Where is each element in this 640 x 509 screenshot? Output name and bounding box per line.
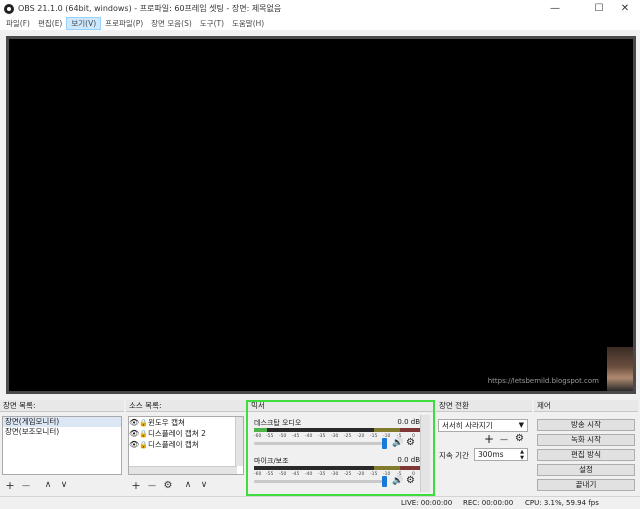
remove-transition-button[interactable]: — [500, 435, 508, 444]
menu-bar: 파일(F) 편집(E) 보기(V) 프로파일(P) 장면 모음(S) 도구(T)… [0, 17, 640, 30]
scene-item[interactable]: 장면(게임모니터) [3, 417, 121, 427]
preview-frame: https://letsbemild.blogspot.com [6, 36, 636, 394]
visibility-eye-icon[interactable]: 👁 [129, 440, 139, 449]
webcam-overlay [607, 347, 633, 391]
close-button[interactable]: ✕ [610, 0, 640, 17]
start-streaming-button[interactable]: 방송 시작 [537, 419, 635, 431]
scenes-list: 장면(게임모니터) 장면(보조모니터) [2, 416, 122, 475]
chevron-down-icon: ▼ [518, 421, 524, 429]
spin-arrows-icon[interactable]: ▲ ▼ [520, 449, 524, 461]
lock-icon[interactable]: 🔒 [139, 419, 148, 427]
studio-mode-button[interactable]: 편집 방식 [537, 449, 635, 461]
source-item[interactable]: 👁 🔒 디스플레이 캡쳐 [129, 439, 243, 450]
transition-select[interactable]: 서서히 사라지기 ▼ [438, 419, 528, 432]
menu-edit[interactable]: 편집(E) [34, 18, 66, 29]
preview-overlay-url: https://letsbemild.blogspot.com [487, 377, 599, 385]
add-scene-button[interactable]: + [4, 479, 16, 492]
lock-icon[interactable]: 🔒 [139, 441, 148, 449]
menu-tools[interactable]: 도구(T) [196, 18, 228, 29]
sources-list: 👁 🔒 윈도우 캡쳐 👁 🔒 디스플레이 캡쳐 2 👁 🔒 디스플레이 캡쳐 [128, 416, 244, 475]
scenes-title: 장면 목록: [0, 400, 124, 412]
visibility-eye-icon[interactable]: 👁 [129, 418, 139, 427]
lock-icon[interactable]: 🔒 [139, 430, 148, 438]
transitions-title: 장면 전환 [436, 400, 532, 412]
move-scene-up-button[interactable]: ∧ [42, 479, 54, 491]
sources-vertical-scrollbar[interactable] [235, 417, 243, 466]
sources-toolbar: + — ⚙ ∧ ∨ [126, 478, 210, 492]
exit-button[interactable]: 끝내기 [537, 479, 635, 491]
gear-icon[interactable]: ⚙ [162, 479, 174, 491]
move-scene-down-button[interactable]: ∨ [58, 479, 70, 491]
move-source-down-button[interactable]: ∨ [198, 479, 210, 491]
source-item[interactable]: 👁 🔒 디스플레이 캡쳐 2 [129, 428, 243, 439]
rec-status: REC: 00:00:00 [463, 499, 514, 507]
obs-logo-icon [4, 3, 14, 14]
source-label: 윈도우 캡쳐 [148, 418, 185, 427]
scene-item[interactable]: 장면(보조모니터) [3, 427, 121, 437]
source-label: 디스플레이 캡쳐 [148, 440, 199, 449]
remove-scene-button[interactable]: — [20, 479, 32, 491]
sources-horizontal-scrollbar[interactable] [129, 466, 237, 474]
sources-title: 소스 목록: [126, 400, 246, 412]
menu-profile[interactable]: 프로파일(P) [101, 18, 147, 29]
transition-select-value: 서서히 사라지기 [442, 421, 493, 430]
menu-view[interactable]: 보기(V) [66, 17, 102, 30]
source-label: 디스플레이 캡쳐 2 [148, 429, 206, 438]
scenes-toolbar: + — ∧ ∨ [0, 478, 70, 492]
duration-spinbox[interactable]: 300ms ▲ ▼ [474, 448, 528, 461]
visibility-eye-icon[interactable]: 👁 [129, 429, 139, 438]
start-recording-button[interactable]: 녹화 시작 [537, 434, 635, 446]
live-status: LIVE: 00:00:00 [401, 499, 453, 507]
settings-button[interactable]: 설정 [537, 464, 635, 476]
scenes-dock: 장면 목록: 장면(게임모니터) 장면(보조모니터) + — ∧ ∨ [0, 400, 124, 494]
add-transition-button[interactable]: + [484, 432, 494, 446]
gear-icon[interactable]: ⚙ [515, 433, 524, 444]
remove-source-button[interactable]: — [146, 479, 158, 491]
mixer-highlight-box [246, 400, 435, 496]
source-item[interactable]: 👁 🔒 윈도우 캡쳐 [129, 417, 243, 428]
status-bar: LIVE: 00:00:00 REC: 00:00:00 CPU: 3.1%, … [0, 496, 640, 509]
menu-file[interactable]: 파일(F) [2, 18, 34, 29]
move-source-up-button[interactable]: ∧ [182, 479, 194, 491]
duration-label: 지속 기간 [439, 451, 469, 460]
preview-canvas[interactable]: https://letsbemild.blogspot.com [9, 39, 633, 391]
minimize-button[interactable]: — [540, 0, 570, 17]
add-source-button[interactable]: + [130, 479, 142, 492]
transitions-dock: 장면 전환 [436, 400, 532, 494]
cpu-status: CPU: 3.1%, 59.94 fps [525, 499, 599, 507]
controls-title: 제어 [534, 400, 638, 412]
window-title: OBS 21.1.0 (64bit, windows) - 프로파일: 60프레… [18, 4, 282, 13]
menu-scene-collection[interactable]: 장면 모음(S) [147, 18, 196, 29]
duration-value: 300ms [478, 450, 504, 459]
sources-dock: 소스 목록: 👁 🔒 윈도우 캡쳐 👁 🔒 디스플레이 캡쳐 2 👁 🔒 디스플… [126, 400, 246, 494]
menu-help[interactable]: 도움말(H) [228, 18, 268, 29]
